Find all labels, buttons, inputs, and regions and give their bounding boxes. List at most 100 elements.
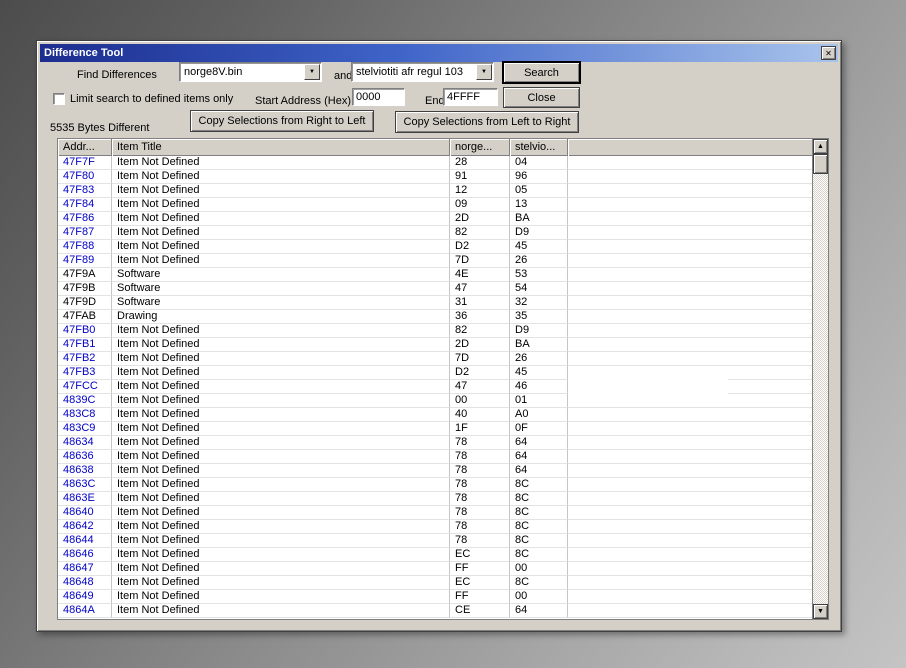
empty-cell — [568, 408, 812, 422]
start-address-input[interactable] — [352, 88, 405, 106]
header-left-file[interactable]: norge... — [450, 139, 510, 156]
table-row[interactable]: 48648 Item Not Defined EC 8C — [58, 576, 812, 590]
table-row[interactable]: 47FAB Drawing 36 35 — [58, 310, 812, 324]
table-row[interactable]: 48644 Item Not Defined 78 8C — [58, 534, 812, 548]
left-value-cell: 40 — [450, 408, 510, 422]
header-address[interactable]: Addr... — [58, 139, 112, 156]
find-differences-label: Find Differences — [77, 69, 157, 81]
item-title-cell: Item Not Defined — [112, 352, 450, 366]
table-row[interactable]: 47F88 Item Not Defined D2 45 — [58, 240, 812, 254]
left-file-combobox[interactable]: norge8V.bin ▼ — [179, 62, 322, 82]
table-row[interactable]: 47F89 Item Not Defined 7D 26 — [58, 254, 812, 268]
address-cell: 47FB1 — [58, 338, 112, 352]
table-row[interactable]: 48646 Item Not Defined EC 8C — [58, 548, 812, 562]
table-row[interactable]: 48647 Item Not Defined FF 00 — [58, 562, 812, 576]
empty-cell — [568, 310, 812, 324]
limit-search-checkbox[interactable] — [53, 93, 65, 105]
scroll-up-button[interactable]: ▲ — [813, 139, 828, 154]
left-value-cell: 91 — [450, 170, 510, 184]
table-row[interactable]: 483C8 Item Not Defined 40 A0 — [58, 408, 812, 422]
copy-right-to-left-button[interactable]: Copy Selections from Right to Left — [190, 110, 374, 132]
table-row[interactable]: 48638 Item Not Defined 78 64 — [58, 464, 812, 478]
scrollbar-thumb[interactable] — [813, 154, 828, 174]
left-value-cell: 78 — [450, 464, 510, 478]
address-cell: 48644 — [58, 534, 112, 548]
limit-search-label: Limit search to defined items only — [70, 93, 234, 105]
window-close-button[interactable]: ✕ — [821, 46, 836, 60]
left-value-cell: 82 — [450, 324, 510, 338]
table-row[interactable]: 4839C Item Not Defined 00 01 — [58, 394, 812, 408]
close-button[interactable]: Close — [503, 87, 580, 108]
right-file-dropdown-button[interactable]: ▼ — [476, 64, 492, 80]
right-file-combobox[interactable]: stelviotiti afr regul 103 ▼ — [351, 62, 494, 82]
table-row[interactable]: 48649 Item Not Defined FF 00 — [58, 590, 812, 604]
empty-cell — [568, 184, 812, 198]
table-row[interactable]: 4863C Item Not Defined 78 8C — [58, 478, 812, 492]
arrow-up-icon: ▲ — [817, 143, 824, 150]
left-value-cell: CE — [450, 604, 510, 618]
vertical-scrollbar[interactable]: ▲ ▼ — [812, 139, 828, 619]
table-row[interactable]: 47F9B Software 47 54 — [58, 282, 812, 296]
arrow-down-icon: ▼ — [817, 608, 824, 615]
table-row[interactable]: 48642 Item Not Defined 78 8C — [58, 520, 812, 534]
address-cell: 4864A — [58, 604, 112, 618]
left-value-cell: 1F — [450, 422, 510, 436]
table-row[interactable]: 47FB2 Item Not Defined 7D 26 — [58, 352, 812, 366]
white-artifact — [568, 375, 728, 394]
right-value-cell: D9 — [510, 226, 568, 240]
left-value-cell: 28 — [450, 156, 510, 170]
table-row[interactable]: 4864A Item Not Defined CE 64 — [58, 604, 812, 618]
table-row[interactable]: 47F87 Item Not Defined 82 D9 — [58, 226, 812, 240]
empty-cell — [568, 156, 812, 170]
differences-table: Addr... Item Title norge... stelvio... 4… — [57, 138, 829, 620]
item-title-cell: Item Not Defined — [112, 562, 450, 576]
header-item-title[interactable]: Item Title — [112, 139, 450, 156]
table-row[interactable]: 47F9A Software 4E 53 — [58, 268, 812, 282]
right-value-cell: 64 — [510, 450, 568, 464]
address-cell: 48642 — [58, 520, 112, 534]
empty-cell — [568, 268, 812, 282]
left-value-cell: D2 — [450, 240, 510, 254]
table-row[interactable]: 48634 Item Not Defined 78 64 — [58, 436, 812, 450]
empty-cell — [568, 296, 812, 310]
empty-cell — [568, 492, 812, 506]
chevron-down-icon: ▼ — [309, 69, 315, 75]
empty-cell — [568, 534, 812, 548]
table-row[interactable]: 47F83 Item Not Defined 12 05 — [58, 184, 812, 198]
table-row[interactable]: 47F80 Item Not Defined 91 96 — [58, 170, 812, 184]
search-button[interactable]: Search — [503, 62, 580, 83]
copy-left-to-right-button[interactable]: Copy Selections from Left to Right — [395, 111, 579, 133]
table-row[interactable]: 47FB0 Item Not Defined 82 D9 — [58, 324, 812, 338]
item-title-cell: Item Not Defined — [112, 324, 450, 338]
item-title-cell: Item Not Defined — [112, 576, 450, 590]
address-cell: 48649 — [58, 590, 112, 604]
left-value-cell: FF — [450, 590, 510, 604]
scroll-down-button[interactable]: ▼ — [813, 604, 828, 619]
empty-cell — [568, 478, 812, 492]
right-value-cell: 8C — [510, 492, 568, 506]
scrollbar-track[interactable] — [813, 174, 828, 604]
left-file-dropdown-button[interactable]: ▼ — [304, 64, 320, 80]
left-value-cell: 78 — [450, 534, 510, 548]
end-address-input[interactable] — [443, 88, 498, 106]
table-row[interactable]: 48636 Item Not Defined 78 64 — [58, 450, 812, 464]
address-cell: 47FCC — [58, 380, 112, 394]
table-row[interactable]: 47F86 Item Not Defined 2D BA — [58, 212, 812, 226]
item-title-cell: Item Not Defined — [112, 492, 450, 506]
right-value-cell: 00 — [510, 590, 568, 604]
empty-cell — [568, 464, 812, 478]
table-grid: Addr... Item Title norge... stelvio... 4… — [58, 139, 812, 619]
table-row[interactable]: 483C9 Item Not Defined 1F 0F — [58, 422, 812, 436]
table-row[interactable]: 47FB1 Item Not Defined 2D BA — [58, 338, 812, 352]
table-row[interactable]: 47F7F Item Not Defined 28 04 — [58, 156, 812, 170]
table-row[interactable]: 4863E Item Not Defined 78 8C — [58, 492, 812, 506]
item-title-cell: Item Not Defined — [112, 408, 450, 422]
table-row[interactable]: 47F84 Item Not Defined 09 13 — [58, 198, 812, 212]
table-row[interactable]: 47F9D Software 31 32 — [58, 296, 812, 310]
table-row[interactable]: 48640 Item Not Defined 78 8C — [58, 506, 812, 520]
address-cell: 4863E — [58, 492, 112, 506]
header-right-file[interactable]: stelvio... — [510, 139, 568, 156]
address-cell: 47FB2 — [58, 352, 112, 366]
title-bar[interactable]: Difference Tool ✕ — [40, 44, 838, 62]
empty-cell — [568, 604, 812, 618]
